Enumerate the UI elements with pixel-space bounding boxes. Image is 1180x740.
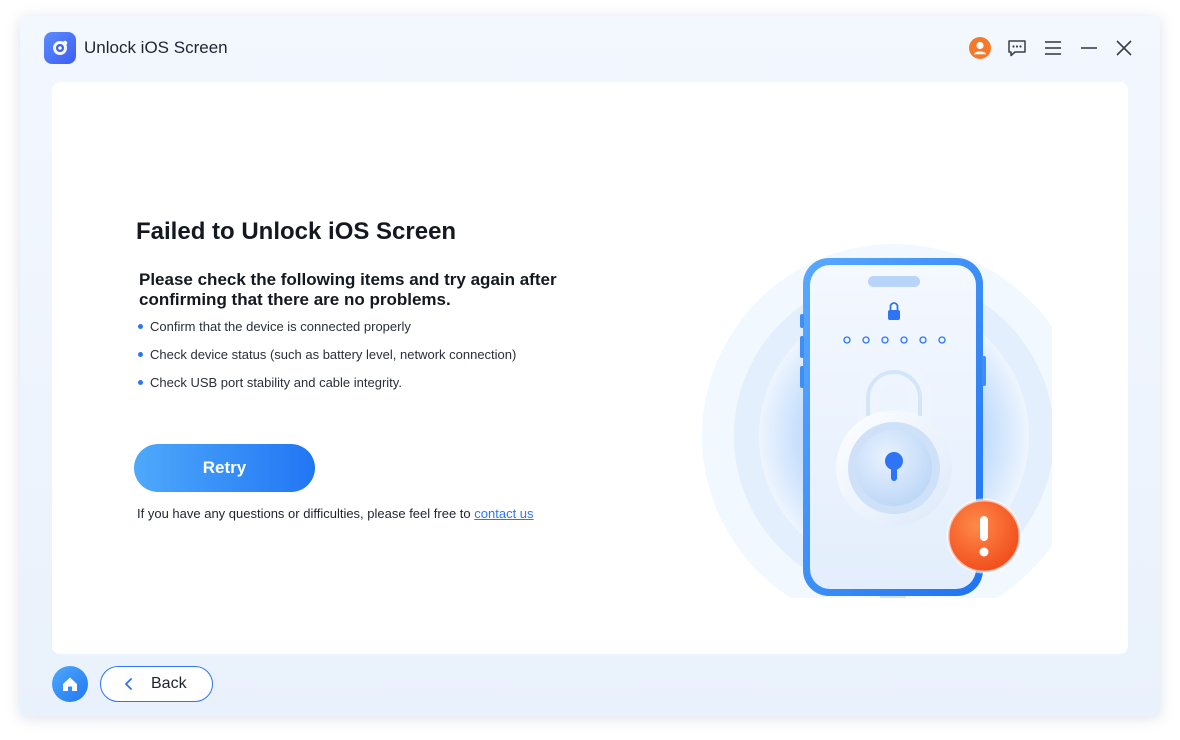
feedback-icon[interactable] [1005, 36, 1029, 60]
locked-phone-illustration [632, 158, 1086, 668]
instruction-text: Please check the following items and try… [139, 270, 557, 309]
checklist-item: Check device status (such as battery lev… [138, 348, 516, 376]
help-message: If you have any questions or difficultie… [137, 506, 471, 521]
titlebar: Unlock iOS Screen [20, 16, 1160, 80]
back-button[interactable]: Back [100, 666, 213, 702]
chevron-left-icon [123, 677, 137, 691]
app-window: Unlock iOS Screen Failed to Unlock iOS S… [20, 16, 1160, 716]
close-icon[interactable] [1112, 36, 1136, 60]
checklist-item-label: Check device status (such as battery lev… [150, 347, 517, 362]
app-title: Unlock iOS Screen [84, 38, 228, 57]
home-button[interactable] [52, 666, 88, 702]
bullet-icon [138, 324, 143, 329]
menu-icon[interactable] [1041, 36, 1065, 60]
retry-button[interactable]: Retry [134, 444, 315, 492]
page-title: Failed to Unlock iOS Screen [136, 218, 457, 245]
help-text: If you have any questions or difficultie… [137, 506, 534, 521]
back-button-label: Back [151, 675, 187, 692]
account-icon[interactable] [968, 36, 992, 60]
bullet-icon [138, 352, 143, 357]
app-logo-icon [44, 32, 76, 64]
checklist-item: Confirm that the device is connected pro… [138, 320, 516, 348]
minimize-icon[interactable] [1077, 36, 1101, 60]
bullet-icon [138, 380, 143, 385]
checklist: Confirm that the device is connected pro… [138, 320, 516, 404]
checklist-item: Check USB port stability and cable integ… [138, 376, 516, 404]
checklist-item-label: Check USB port stability and cable integ… [150, 375, 402, 390]
home-icon [63, 677, 77, 691]
contact-us-link[interactable]: contact us [474, 506, 533, 521]
checklist-item-label: Confirm that the device is connected pro… [150, 319, 411, 334]
main-panel: Failed to Unlock iOS Screen Please check… [52, 82, 1128, 668]
